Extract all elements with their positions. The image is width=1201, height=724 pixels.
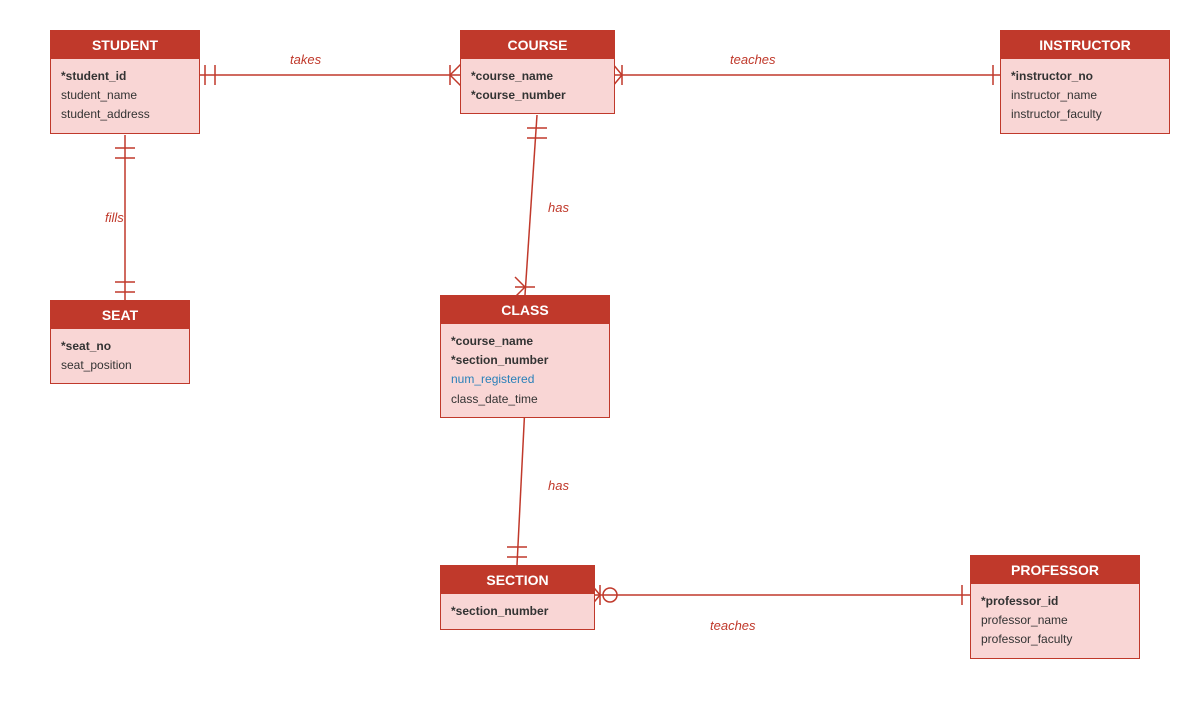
class-field-4: class_date_time <box>451 390 599 409</box>
course-entity: COURSE *course_name *course_number <box>460 30 615 114</box>
professor-field-2: professor_name <box>981 611 1129 630</box>
section-entity: SECTION *section_number <box>440 565 595 630</box>
seat-field-2: seat_position <box>61 356 179 375</box>
student-title: STUDENT <box>51 31 199 59</box>
student-field-3: student_address <box>61 105 189 124</box>
label-has-course-class: has <box>548 200 569 215</box>
course-field-1: *course_name <box>471 67 604 86</box>
label-has-class-section: has <box>548 478 569 493</box>
label-takes: takes <box>290 52 321 67</box>
seat-field-1: *seat_no <box>61 337 179 356</box>
instructor-body: *instructor_no instructor_name instructo… <box>1001 59 1169 133</box>
diagram: STUDENT *student_id student_name student… <box>0 0 1201 724</box>
instructor-title: INSTRUCTOR <box>1001 31 1169 59</box>
instructor-entity: INSTRUCTOR *instructor_no instructor_nam… <box>1000 30 1170 134</box>
section-title: SECTION <box>441 566 594 594</box>
class-field-2: *section_number <box>451 351 599 370</box>
professor-field-1: *professor_id <box>981 592 1129 611</box>
label-fills: fills <box>105 210 124 225</box>
class-field-1: *course_name <box>451 332 599 351</box>
course-body: *course_name *course_number <box>461 59 614 113</box>
class-title: CLASS <box>441 296 609 324</box>
student-body: *student_id student_name student_address <box>51 59 199 133</box>
instructor-field-2: instructor_name <box>1011 86 1159 105</box>
class-body: *course_name *section_number num_registe… <box>441 324 609 417</box>
student-field-2: student_name <box>61 86 189 105</box>
course-title: COURSE <box>461 31 614 59</box>
class-field-3: num_registered <box>451 370 599 389</box>
seat-body: *seat_no seat_position <box>51 329 189 383</box>
professor-body: *professor_id professor_name professor_f… <box>971 584 1139 658</box>
student-field-1: *student_id <box>61 67 189 86</box>
class-entity: CLASS *course_name *section_number num_r… <box>440 295 610 418</box>
professor-title: PROFESSOR <box>971 556 1139 584</box>
instructor-field-1: *instructor_no <box>1011 67 1159 86</box>
seat-entity: SEAT *seat_no seat_position <box>50 300 190 384</box>
student-entity: STUDENT *student_id student_name student… <box>50 30 200 134</box>
professor-field-3: professor_faculty <box>981 630 1129 649</box>
label-teaches-instructor: teaches <box>730 52 776 67</box>
professor-entity: PROFESSOR *professor_id professor_name p… <box>970 555 1140 659</box>
course-field-2: *course_number <box>471 86 604 105</box>
label-teaches-professor: teaches <box>710 618 756 633</box>
section-body: *section_number <box>441 594 594 629</box>
section-field-1: *section_number <box>451 602 584 621</box>
seat-title: SEAT <box>51 301 189 329</box>
instructor-field-3: instructor_faculty <box>1011 105 1159 124</box>
